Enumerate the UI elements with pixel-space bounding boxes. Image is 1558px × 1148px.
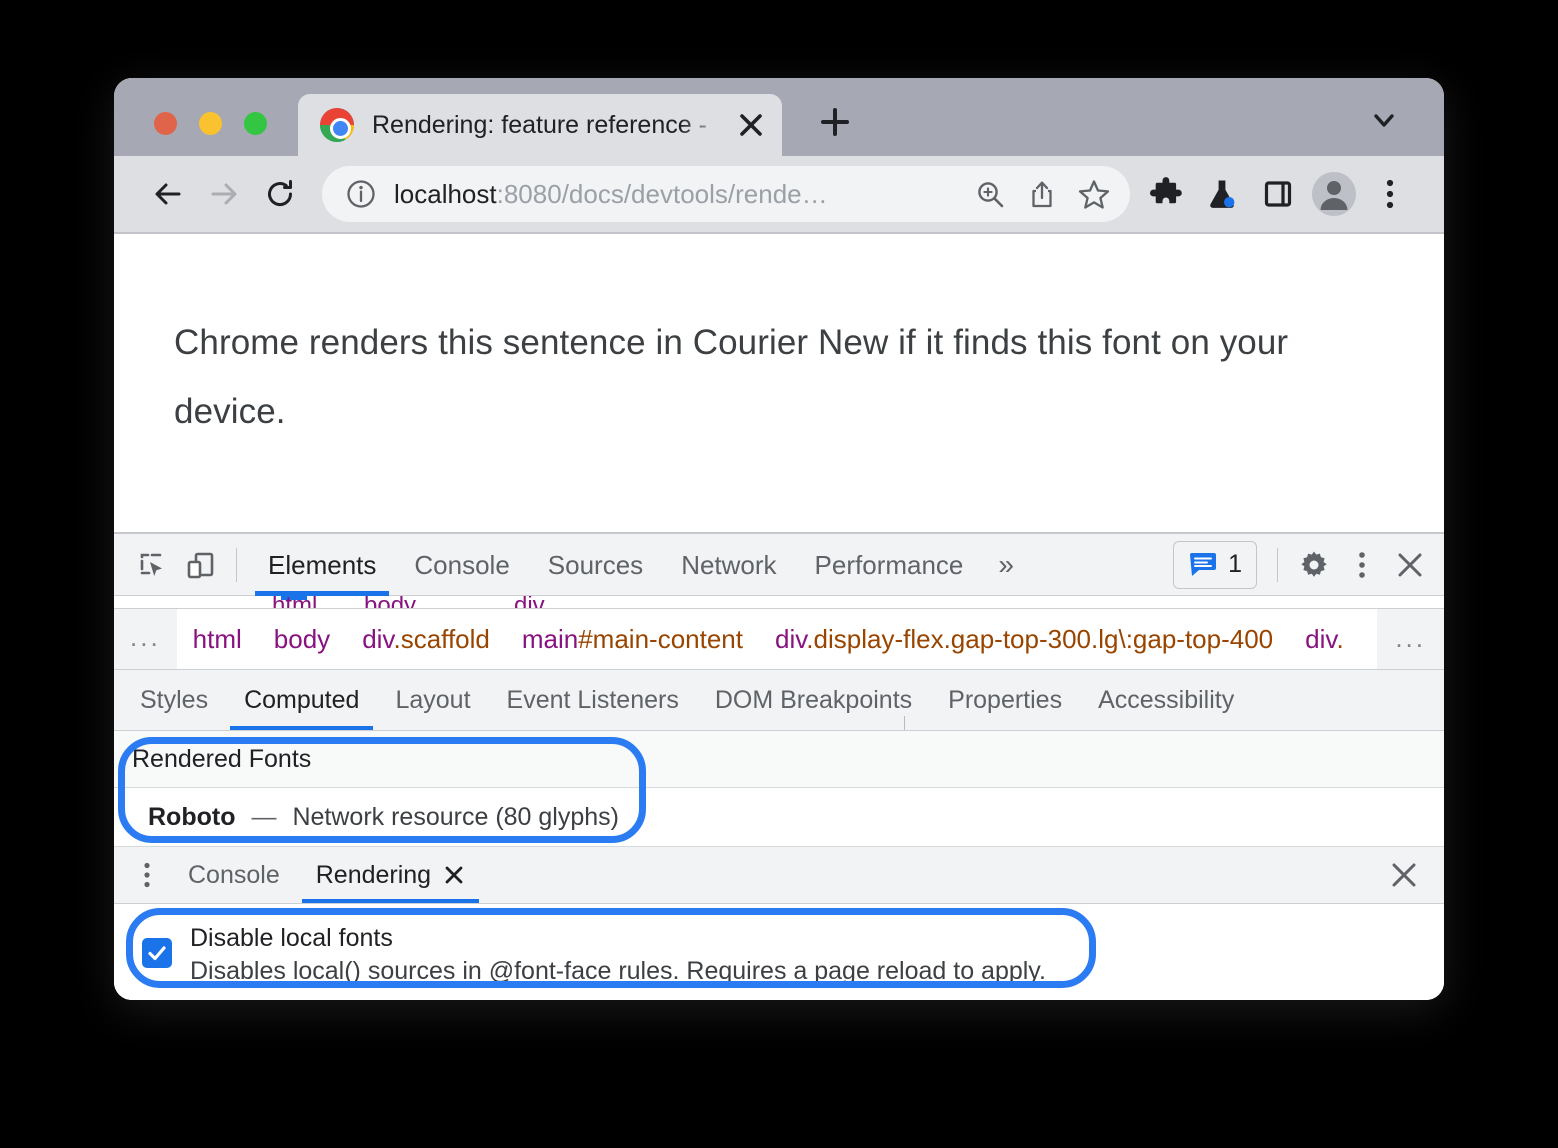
tab-network[interactable]: Network [662,534,795,596]
breadcrumb-item-main-content[interactable]: main#main-content [506,624,759,655]
devtools-more-options-icon[interactable] [1338,541,1386,589]
drawer-close-icon[interactable] [1382,853,1426,897]
browser-tab-strip: Rendering: feature reference - [114,78,1444,156]
elements-subtabs: Styles Computed Layout Event Listeners D… [114,670,1444,731]
disable-local-fonts-title[interactable]: Disable local fonts [190,922,1046,955]
chevron-down-icon[interactable] [1362,98,1406,142]
inspect-element-icon[interactable] [128,541,176,589]
subtab-computed[interactable]: Computed [226,670,377,730]
breadcrumb-item-div-scaffold[interactable]: div.scaffold [346,624,506,655]
subtab-divider [904,716,905,730]
rendered-fonts-header[interactable]: Rendered Fonts [114,731,1444,788]
disable-local-fonts-checkbox[interactable] [142,938,172,968]
breadcrumb-overflow-right[interactable]: ... [1377,609,1444,669]
info-icon[interactable] [346,179,376,209]
url-path: :8080/docs/devtools/rende… [496,178,828,209]
rendering-drawer-body: Disable local fonts Disables local() sou… [114,904,1444,1000]
devtools-close-icon[interactable] [1386,541,1434,589]
puzzle-icon[interactable] [1138,166,1194,222]
chrome-logo-icon [320,108,354,142]
page-sentence: Chrome renders this sentence in Courier … [174,323,1289,432]
subtab-dom-breakpoints[interactable]: DOM Breakpoints [697,670,930,730]
maximize-window-button[interactable] [244,112,267,135]
reload-icon[interactable] [252,166,308,222]
breadcrumb-overflow-left[interactable]: ... [114,609,177,669]
close-window-button[interactable] [154,112,177,135]
window-controls [154,112,267,135]
breadcrumb-id: #main-content [578,623,743,654]
rendered-font-description: Network resource (80 glyphs) [292,802,619,831]
subtab-accessibility[interactable]: Accessibility [1080,670,1252,730]
more-tabs-button[interactable]: » [982,549,1030,581]
breadcrumb-tag: body [273,623,331,654]
new-tab-button[interactable] [809,96,861,148]
subtab-layout[interactable]: Layout [377,670,488,730]
breadcrumb-item-div-last[interactable]: div. [1289,624,1360,655]
toolbar-divider [236,547,237,582]
tab-console[interactable]: Console [395,534,528,596]
address-bar[interactable]: localhost:8080/docs/devtools/rende… [322,166,1130,222]
breadcrumb-item-div-display-flex[interactable]: div.display-flex.gap-top-300.lg\:gap-top… [759,624,1289,655]
subtab-styles[interactable]: Styles [122,670,226,730]
subtab-properties[interactable]: Properties [930,670,1080,730]
star-icon[interactable] [1068,168,1120,220]
forward-arrow-icon[interactable] [196,166,252,222]
drawer-tab-rendering[interactable]: Rendering [298,847,483,903]
subtab-event-listeners[interactable]: Event Listeners [489,670,697,730]
tab-elements[interactable]: Elements [249,534,395,596]
browser-tab[interactable]: Rendering: feature reference - [298,94,782,156]
rendered-font-row: Roboto — Network resource (80 glyphs) [114,788,1444,847]
browser-window: Rendering: feature reference - localhost… [114,78,1444,1000]
share-icon[interactable] [1016,168,1068,220]
flask-icon[interactable] [1194,166,1250,222]
device-toolbar-icon[interactable] [176,541,224,589]
rendered-font-dash: — [251,802,277,831]
avatar-icon[interactable] [1306,166,1362,222]
page-viewport: Chrome renders this sentence in Courier … [114,234,1444,532]
issues-count: 1 [1228,550,1242,578]
browser-tab-title: Rendering: feature reference - [372,110,707,139]
breadcrumb-tag: div [1305,623,1337,654]
breadcrumb-tag: div [774,623,807,654]
side-panel-icon[interactable] [1250,166,1306,222]
breadcrumb-tag: div [362,623,394,654]
breadcrumb-item-body[interactable]: body [258,624,346,655]
dom-breadcrumb: ... html body div.scaffold main#main-con… [114,609,1444,670]
breadcrumb-tag: html [192,623,242,654]
partially-scrolled-row: html body div [114,596,1444,609]
screenshot-root: Rendering: feature reference - localhost… [0,0,1558,1148]
drawer-tab-console[interactable]: Console [170,847,298,903]
tab-performance[interactable]: Performance [796,534,983,596]
drawer-tab-close-icon[interactable] [443,864,465,886]
breadcrumb-class: .scaffold [393,623,490,654]
breadcrumb-item-html[interactable]: html [177,624,258,655]
tab-close-button[interactable] [730,104,772,146]
drawer-menu-icon[interactable] [124,852,170,898]
minimize-window-button[interactable] [199,112,222,135]
zoom-in-icon[interactable] [964,168,1016,220]
tab-sources[interactable]: Sources [529,534,662,596]
issues-button[interactable]: 1 [1173,540,1257,589]
breadcrumb-tag: main [521,623,579,654]
disable-local-fonts-description: Disables local() sources in @font-face r… [190,957,1046,985]
breadcrumb-class: . [1336,623,1344,654]
devtools-panel: Elements Console Sources Network Perform… [114,532,1444,1000]
rendered-font-name: Roboto [148,802,236,831]
toolbar-divider-2 [1277,547,1278,582]
computed-pane: Rendered Fonts Roboto — Network resource… [114,731,1444,847]
address-bar-text: localhost:8080/docs/devtools/rende… [394,179,964,210]
browser-toolbar: localhost:8080/docs/devtools/rende… [114,156,1444,234]
breadcrumb-class: .display-flex.gap-top-300.lg\:gap-top-40… [806,623,1274,654]
issues-icon [1188,552,1218,578]
drawer-tabbar: Console Rendering [114,847,1444,904]
devtools-main-tabbar: Elements Console Sources Network Perform… [114,534,1444,596]
back-arrow-icon[interactable] [140,166,196,222]
drawer-tab-label: Rendering [315,861,432,889]
disable-local-fonts-text: Disable local fonts Disables local() sou… [190,922,1046,1000]
kebab-menu-icon[interactable] [1362,166,1418,222]
url-host: localhost [394,178,497,209]
drawer-tab-label: Console [188,861,280,889]
gear-icon[interactable] [1290,541,1338,589]
